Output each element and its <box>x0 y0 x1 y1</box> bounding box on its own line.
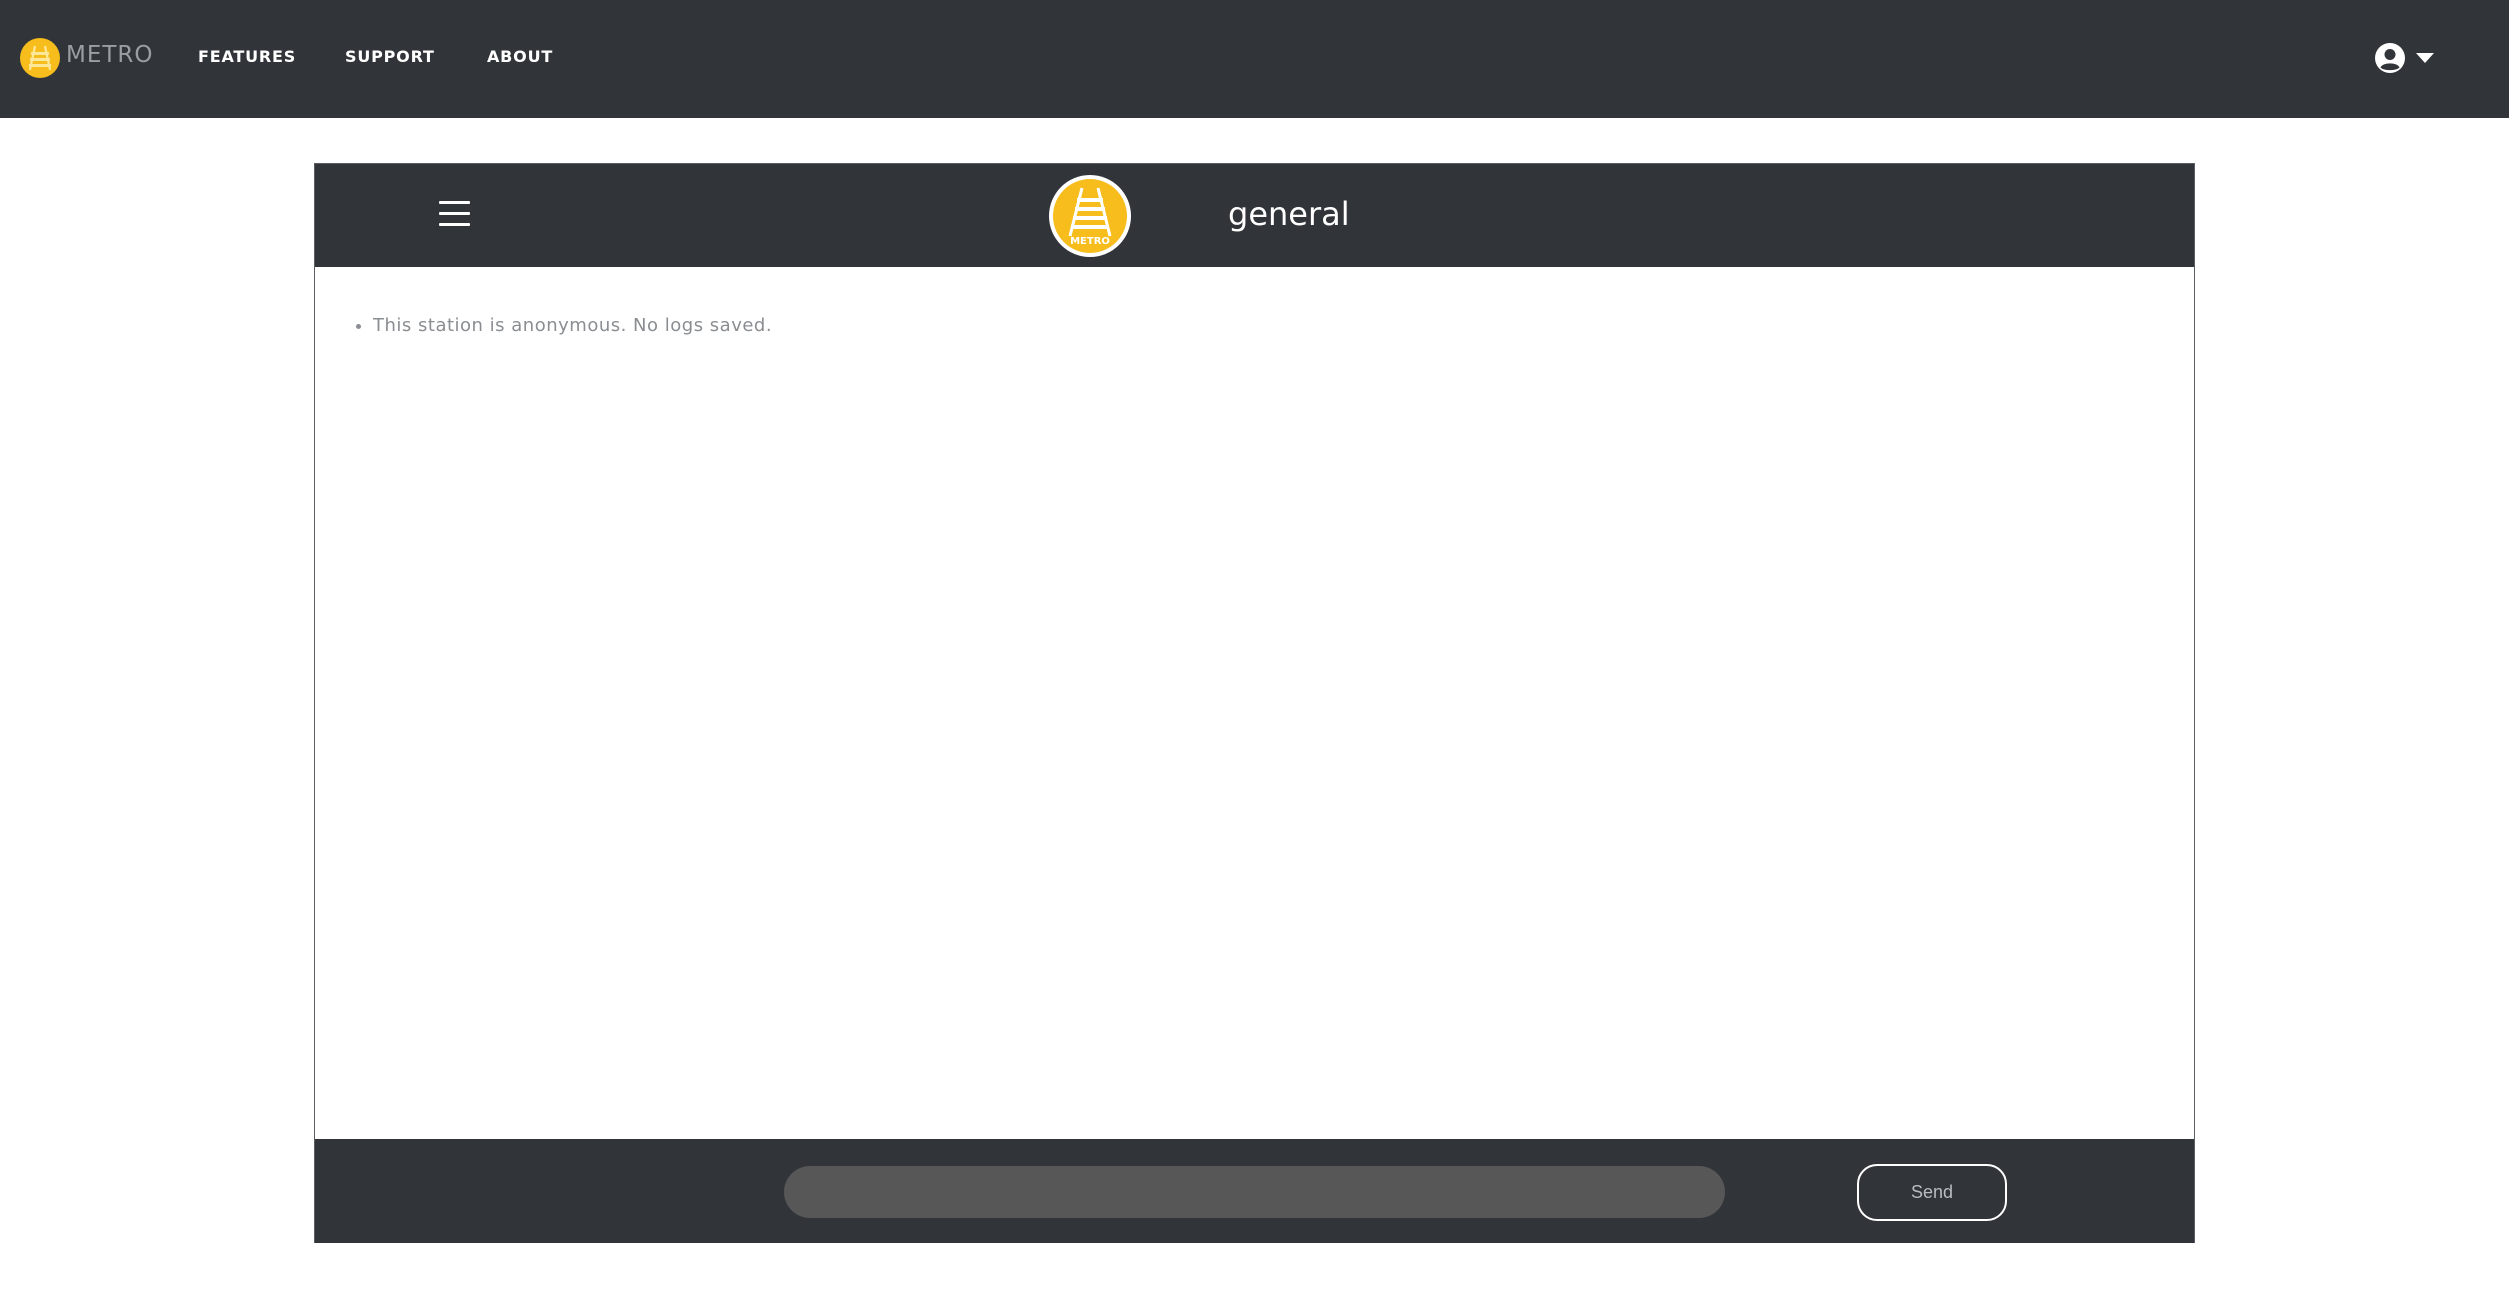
station-logo-text: METRO <box>1070 236 1110 247</box>
nav-link-features[interactable]: FEATURES <box>198 47 296 66</box>
message-item: This station is anonymous. No logs saved… <box>373 315 2194 336</box>
metro-track-logo-icon: METRO <box>1049 175 1131 257</box>
message-list: This station is anonymous. No logs saved… <box>371 315 2194 336</box>
channel-name: general <box>1228 195 1350 233</box>
chat-panel: METRO general This station is anonymous.… <box>314 163 2195 1243</box>
chat-header: METRO general <box>315 164 2194 267</box>
caret-down-icon <box>2416 53 2434 63</box>
user-circle-icon <box>2375 43 2405 73</box>
nav-link-about[interactable]: ABOUT <box>487 47 553 66</box>
message-input[interactable] <box>784 1166 1725 1218</box>
brand[interactable]: METRO <box>19 37 154 79</box>
station-logo: METRO <box>1048 174 1132 258</box>
hamburger-menu-icon[interactable] <box>439 198 471 228</box>
brand-name: METRO <box>66 42 154 68</box>
chat-footer: Send <box>315 1139 2194 1243</box>
user-menu-button[interactable] <box>2374 42 2434 74</box>
top-navbar: METRO FEATURES SUPPORT ABOUT <box>0 0 2509 118</box>
send-button[interactable]: Send <box>1857 1164 2007 1221</box>
message-area: This station is anonymous. No logs saved… <box>315 267 2194 1137</box>
nav-link-support[interactable]: SUPPORT <box>345 47 435 66</box>
metro-logo-icon <box>20 38 60 78</box>
